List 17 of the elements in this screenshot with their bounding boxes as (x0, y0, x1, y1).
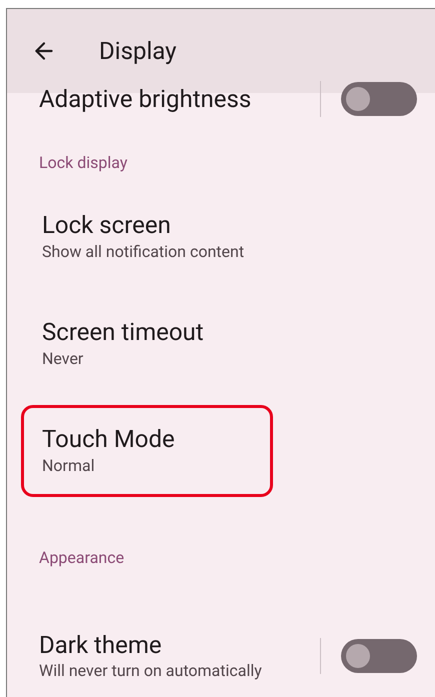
screen-title: Display (99, 36, 177, 67)
highlight-frame[interactable]: Touch Mode Normal (21, 404, 273, 496)
setting-summary: Normal (42, 454, 96, 476)
setting-title: Adaptive brightness (39, 84, 252, 114)
setting-title: Lock screen (42, 210, 172, 240)
setting-title: Screen timeout (42, 316, 204, 346)
setting-row[interactable]: Screen timeout Never (21, 298, 223, 390)
toggle-switch[interactable] (341, 82, 417, 116)
setting-title: Touch Mode (42, 424, 176, 454)
setting-summary: Show all notification content (42, 240, 244, 262)
section-header: Lock display (39, 152, 128, 174)
setting-summary: Will never turn on automatically (39, 660, 263, 682)
setting-summary: Never (42, 348, 84, 370)
toggle-switch[interactable] (341, 639, 417, 673)
setting-row[interactable]: Lock screen Show all notification content (21, 190, 264, 282)
section-header: Appearance (39, 547, 124, 569)
setting-title: Dark theme (39, 630, 163, 660)
